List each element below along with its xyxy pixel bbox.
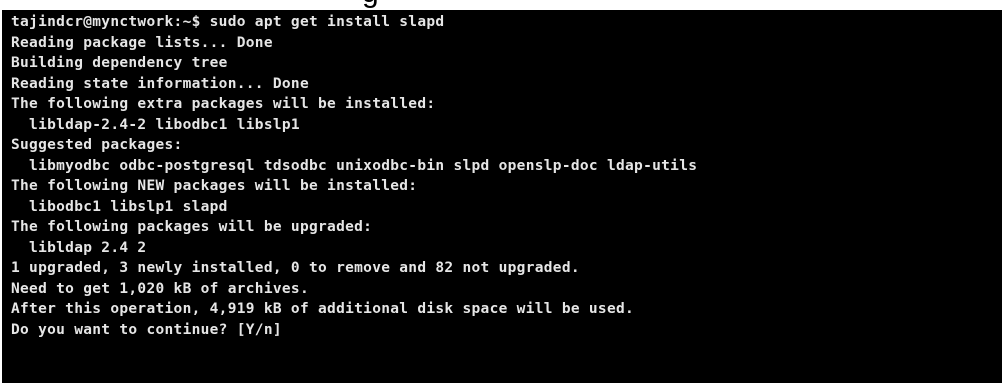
terminal-line: libmyodbc odbc-postgresql tdsodbc unixod… bbox=[11, 157, 698, 174]
terminal-line: Reading package lists... Done bbox=[11, 34, 273, 51]
terminal-line: The following extra packages will be ins… bbox=[11, 96, 436, 112]
terminal-line: Suggested packages: bbox=[11, 137, 183, 153]
terminal-line: libldap 2.4 2 bbox=[11, 239, 147, 256]
terminal-line: 1 upgraded, 3 newly installed, 0 to remo… bbox=[11, 260, 580, 276]
terminal-line: Reading state information... Done bbox=[11, 75, 309, 92]
terminal-line: Building dependency tree bbox=[11, 55, 228, 71]
terminal-line: Need to get 1,020 kB of archives. bbox=[11, 280, 309, 297]
terminal-line: The following NEW packages will be insta… bbox=[11, 178, 418, 194]
terminal-line: libldap-2.4-2 libodbc1 libslp1 bbox=[11, 116, 300, 133]
terminal-window[interactable]: tajindcr@mynctwork:~$ sudo apt get insta… bbox=[2, 10, 1002, 383]
terminal-line: The following packages will be upgraded: bbox=[11, 219, 373, 235]
terminal-line-command: tajindcr@mynctwork:~$ sudo apt get insta… bbox=[11, 14, 445, 30]
terminal-output: tajindcr@mynctwork:~$ sudo apt get insta… bbox=[11, 12, 697, 340]
terminal-line-prompt[interactable]: Do you want to continue? [Y/n] bbox=[11, 320, 697, 341]
terminal-line: libodbc1 libslp1 slapd bbox=[11, 198, 228, 215]
caption-strip: g bbox=[0, 0, 1002, 10]
caption-text: g bbox=[362, 0, 379, 8]
terminal-line: After this operation, 4,919 kB of additi… bbox=[11, 301, 635, 317]
